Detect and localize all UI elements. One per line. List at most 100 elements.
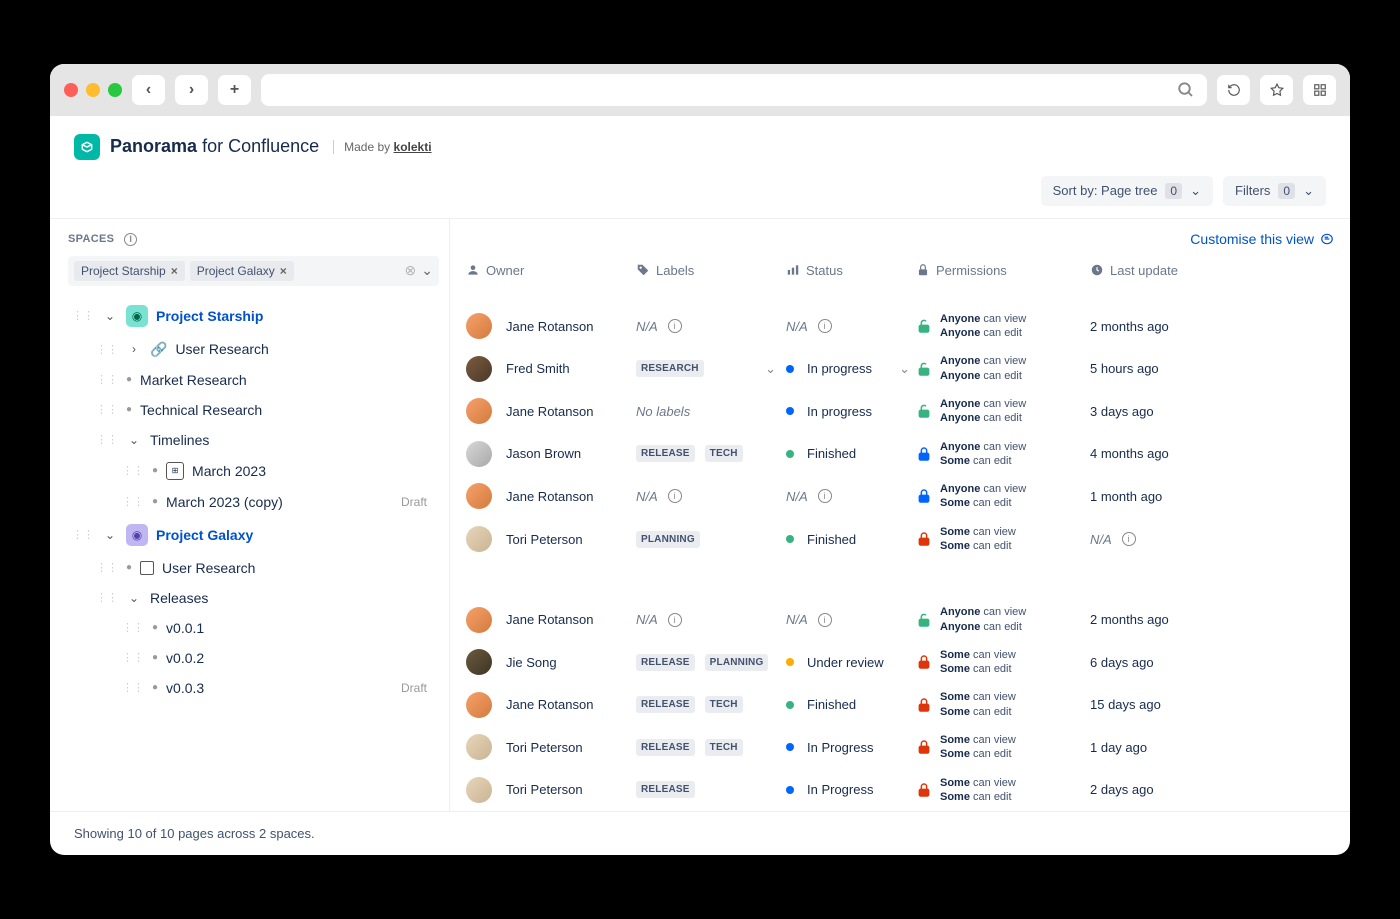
chevron-right-icon[interactable]: ›	[126, 342, 142, 356]
page-row[interactable]: ⋮⋮›🔗User Research	[68, 334, 439, 365]
labels-cell[interactable]: RELEASE	[636, 781, 786, 798]
column-labels[interactable]: Labels	[636, 263, 786, 278]
page-name[interactable]: Market Research	[140, 372, 247, 388]
chevron-down-icon[interactable]: ⌄	[102, 309, 118, 323]
label-tag[interactable]: RELEASE	[636, 696, 695, 713]
chevron-down-icon[interactable]: ⌄	[126, 591, 142, 605]
page-row[interactable]: ⋮⋮●User Research	[68, 553, 439, 583]
label-tag[interactable]: RELEASE	[636, 654, 695, 671]
drag-handle-icon[interactable]: ⋮⋮	[96, 373, 118, 386]
label-tag[interactable]: RELEASE	[636, 781, 695, 798]
customize-view-link[interactable]: Customise this view	[1190, 231, 1334, 247]
forward-button[interactable]: ›	[175, 75, 208, 105]
permissions-cell[interactable]: Anyone can viewAnyone can edit	[916, 397, 1090, 426]
bookmark-button[interactable]	[1260, 75, 1293, 105]
page-name[interactable]: v0.0.1	[166, 620, 204, 636]
page-row[interactable]: ⋮⋮●Market Research	[68, 365, 439, 395]
page-row[interactable]: ⋮⋮ ⌄ Timelines	[68, 425, 439, 455]
status-cell[interactable]: Finished	[786, 697, 916, 712]
labels-cell[interactable]: RELEASE TECH	[636, 739, 786, 756]
page-name[interactable]: v0.0.2	[166, 650, 204, 666]
page-name[interactable]: Technical Research	[140, 402, 262, 418]
labels-cell[interactable]: RELEASETECH	[636, 696, 786, 713]
label-tag[interactable]: RESEARCH	[636, 360, 704, 377]
drag-handle-icon[interactable]: ⋮⋮	[96, 433, 118, 446]
sort-dropdown[interactable]: Sort by: Page tree 0 ⌄	[1041, 176, 1213, 206]
maximize-window-button[interactable]	[108, 83, 122, 97]
page-name[interactable]: March 2023 (copy)	[166, 494, 283, 510]
permissions-cell[interactable]: Anyone can viewAnyone can edit	[916, 605, 1090, 634]
page-row[interactable]: ⋮⋮●March 2023 (copy)Draft	[68, 487, 439, 517]
page-name[interactable]: Releases	[150, 590, 208, 606]
page-row[interactable]: ⋮⋮●⊞March 2023	[68, 455, 439, 487]
info-icon[interactable]: i	[668, 613, 682, 627]
labels-cell[interactable]: RELEASE TECH	[636, 445, 786, 462]
drag-handle-icon[interactable]: ⋮⋮	[96, 403, 118, 416]
clear-chips-button[interactable]: ⊗	[405, 262, 417, 279]
labels-cell[interactable]: N/Ai	[636, 489, 786, 504]
permissions-cell[interactable]: Some can viewSome can edit	[916, 733, 1090, 762]
page-name[interactable]: User Research	[162, 560, 255, 576]
drag-handle-icon[interactable]: ⋮⋮	[96, 591, 118, 604]
chevron-down-icon[interactable]: ⌄	[126, 433, 142, 447]
chevron-down-icon[interactable]: ⌄	[102, 528, 118, 542]
space-chip[interactable]: Project Starship×	[74, 261, 185, 281]
status-cell[interactable]: In progress	[786, 404, 916, 419]
info-icon[interactable]: i	[124, 233, 137, 246]
status-cell[interactable]: In Progress	[786, 782, 916, 797]
info-icon[interactable]: i	[668, 489, 682, 503]
drag-handle-icon[interactable]: ⋮⋮	[96, 561, 118, 574]
info-icon[interactable]: i	[668, 319, 682, 333]
space-name[interactable]: Project Galaxy	[156, 527, 253, 543]
label-tag[interactable]: TECH	[705, 445, 743, 462]
info-icon[interactable]: i	[818, 489, 832, 503]
reload-button[interactable]	[1217, 75, 1250, 105]
chevron-down-icon[interactable]: ⌄	[765, 361, 776, 377]
permissions-cell[interactable]: Anyone can viewSome can edit	[916, 440, 1090, 469]
column-last-update[interactable]: Last update	[1090, 263, 1220, 278]
status-cell[interactable]: N/Ai	[786, 612, 916, 627]
drag-handle-icon[interactable]: ⋮⋮	[122, 464, 144, 477]
page-name[interactable]: v0.0.3	[166, 680, 204, 696]
label-tag[interactable]: RELEASE	[636, 739, 695, 756]
remove-chip-icon[interactable]: ×	[280, 264, 287, 278]
chevron-down-icon[interactable]: ⌄	[421, 262, 433, 279]
page-name[interactable]: Timelines	[150, 432, 209, 448]
drag-handle-icon[interactable]: ⋮⋮	[122, 681, 144, 694]
drag-handle-icon[interactable]: ⋮⋮	[72, 309, 94, 322]
status-cell[interactable]: Under review	[786, 655, 916, 670]
space-chips-filter[interactable]: Project Starship×Project Galaxy× ⊗⌄	[68, 256, 439, 286]
permissions-cell[interactable]: Some can viewSome can edit	[916, 776, 1090, 805]
page-row[interactable]: ⋮⋮●v0.0.3Draft	[68, 673, 439, 703]
back-button[interactable]: ‹	[132, 75, 165, 105]
status-cell[interactable]: N/Ai	[786, 489, 916, 504]
info-icon[interactable]: i	[818, 613, 832, 627]
space-chip[interactable]: Project Galaxy×	[190, 261, 294, 281]
drag-handle-icon[interactable]: ⋮⋮	[122, 495, 144, 508]
info-icon[interactable]: i	[1122, 532, 1136, 546]
space-row[interactable]: ⋮⋮⌄◉Project Galaxy	[68, 517, 439, 553]
apps-grid-button[interactable]	[1303, 75, 1336, 105]
status-cell[interactable]: N/Ai	[786, 319, 916, 334]
drag-handle-icon[interactable]: ⋮⋮	[122, 621, 144, 634]
filters-dropdown[interactable]: Filters 0 ⌄	[1223, 176, 1326, 206]
page-row[interactable]: ⋮⋮●Technical Research	[68, 395, 439, 425]
drag-handle-icon[interactable]: ⋮⋮	[72, 528, 94, 541]
new-tab-button[interactable]: +	[218, 75, 251, 105]
page-row[interactable]: ⋮⋮ ⌄ Releases	[68, 583, 439, 613]
label-tag[interactable]: TECH	[705, 739, 743, 756]
page-row[interactable]: ⋮⋮●v0.0.1	[68, 613, 439, 643]
drag-handle-icon[interactable]: ⋮⋮	[122, 651, 144, 664]
label-tag[interactable]: PLANNING	[636, 531, 700, 548]
minimize-window-button[interactable]	[86, 83, 100, 97]
status-cell[interactable]: Finished	[786, 446, 916, 461]
permissions-cell[interactable]: Anyone can viewSome can edit	[916, 482, 1090, 511]
labels-cell[interactable]: N/Ai	[636, 612, 786, 627]
page-row[interactable]: ⋮⋮●v0.0.2	[68, 643, 439, 673]
label-tag[interactable]: RELEASE	[636, 445, 695, 462]
labels-cell[interactable]: N/Ai	[636, 319, 786, 334]
permissions-cell[interactable]: Anyone can viewAnyone can edit	[916, 312, 1090, 341]
info-icon[interactable]: i	[818, 319, 832, 333]
status-cell[interactable]: In progress⌄	[786, 361, 916, 377]
chevron-down-icon[interactable]: ⌄	[899, 361, 910, 377]
